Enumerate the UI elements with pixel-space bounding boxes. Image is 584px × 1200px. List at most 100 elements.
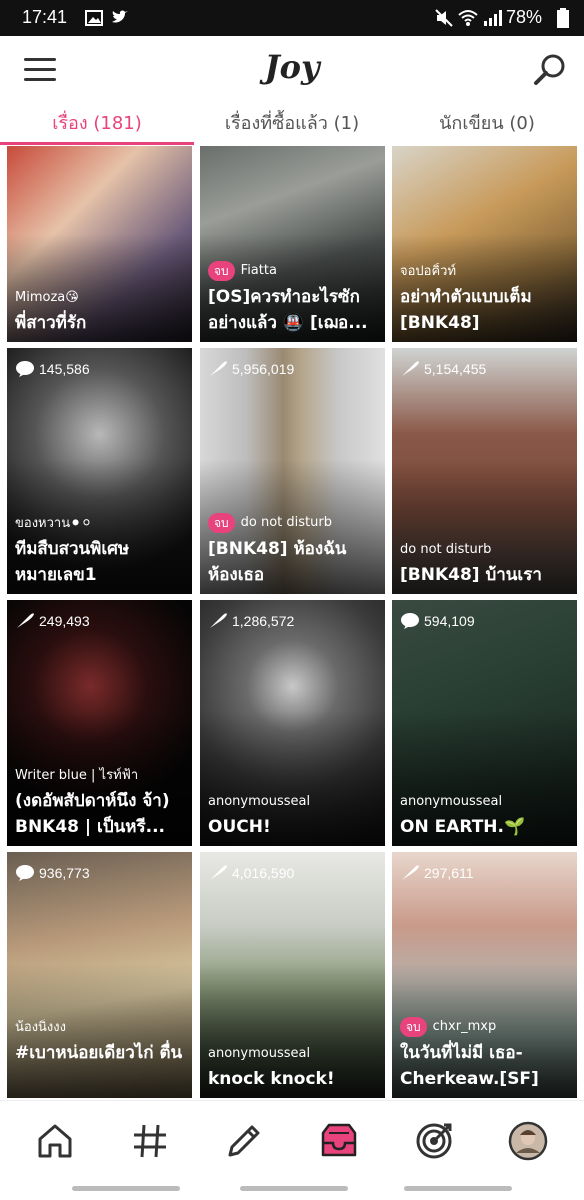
view-count-value: 5,956,019 [232, 361, 295, 377]
tab-purchased[interactable]: เรื่องที่ซื้อแล้ว (1) [194, 104, 390, 146]
home-icon[interactable] [35, 1121, 75, 1161]
story-meta: ของหวาน⚫⚪ ทีมสืบสวนพิเศษ หมายเลข1 [15, 515, 186, 588]
signal-icon [484, 10, 502, 26]
app-logo: Joy [264, 48, 320, 86]
story-card[interactable]: 145,586 ของหวาน⚫⚪ ทีมสืบสวนพิเศษ หมายเลข… [7, 348, 192, 594]
profile-avatar-icon[interactable] [508, 1121, 548, 1161]
view-count-value: 1,286,572 [232, 613, 295, 629]
story-author: anonymousseal [208, 794, 311, 809]
hashtag-icon[interactable] [130, 1121, 170, 1161]
view-count: 4,016,590 [208, 862, 294, 884]
story-card[interactable]: จบ Fiatta [OS]ควรทำอะไรซักอย่างแล้ว 🚇 [เฌ… [200, 146, 385, 342]
story-author: do not disturb [400, 542, 492, 557]
story-author: do not disturb [240, 515, 332, 530]
view-count-value: 5,154,455 [424, 361, 487, 377]
tab-bar: เรื่อง (181) เรื่องที่ซื้อแล้ว (1) นักเข… [0, 104, 584, 146]
story-meta: น้องนิ่งงง #เบาหน่อยเดียวไก่ ตื่น [15, 1019, 186, 1092]
system-gesture-bar [404, 1186, 512, 1191]
story-title: knock knock! [208, 1069, 335, 1089]
joy-badge-icon [16, 865, 34, 881]
view-count: 145,586 [15, 358, 90, 380]
view-count: 5,154,455 [400, 358, 486, 380]
gallery-icon [85, 10, 103, 26]
story-author-row: anonymousseal [208, 793, 379, 811]
tab-writers[interactable]: นักเขียน (0) [390, 104, 584, 146]
story-author: Fiatta [240, 263, 277, 278]
search-icon[interactable] [532, 52, 568, 88]
view-count: 1,286,572 [208, 610, 294, 632]
story-title: OUCH! [208, 817, 271, 837]
story-title: ในวันที่ไม่มี เธอ-Cherkeaw.[SF] [400, 1043, 539, 1089]
story-meta: จบ do not disturb [BNK48] ห้องฉัน ห้องเธอ [208, 513, 379, 588]
finished-badge: จบ [208, 261, 235, 281]
story-title: ON EARTH.🌱 [400, 817, 526, 837]
story-card[interactable]: 297,611 จบ chxr_mxp ในวันที่ไม่มี เธอ-Che… [392, 852, 577, 1098]
quill-icon [210, 613, 227, 628]
story-meta: จบ Fiatta [OS]ควรทำอะไรซักอย่างแล้ว 🚇 [เฌ… [208, 261, 379, 336]
story-card[interactable]: Mimoza😘 พี่สาวที่รัก [7, 146, 192, 342]
story-author: Mimoza😘 [15, 290, 79, 305]
view-count: 297,611 [400, 862, 474, 884]
story-meta: anonymousseal knock knock! [208, 1045, 379, 1092]
active-tab-indicator [0, 142, 194, 145]
system-gesture-bar [240, 1186, 348, 1191]
app-bar: Joy [0, 36, 584, 100]
view-count-value: 936,773 [39, 865, 90, 881]
story-grid: Mimoza😘 พี่สาวที่รัก จบ Fiatta [OS]ควรทำอ… [0, 146, 584, 1098]
view-count-value: 145,586 [39, 361, 90, 377]
story-title: อย่าทำตัวแบบเต็ม [BNK48] [400, 287, 532, 333]
finished-badge: จบ [208, 513, 235, 533]
twitter-icon [112, 10, 128, 23]
view-count: 5,956,019 [208, 358, 294, 380]
status-bar: 17:41 78% [0, 0, 584, 36]
inbox-icon[interactable] [319, 1121, 359, 1161]
story-author-row: น้องนิ่งงง [15, 1019, 186, 1037]
story-author-row: ของหวาน⚫⚪ [15, 515, 186, 533]
story-author: จอปอคิ้วท์ [400, 264, 457, 279]
view-count: 249,493 [15, 610, 90, 632]
story-title: [BNK48] บ้านเรา [400, 565, 542, 585]
view-count-value: 249,493 [39, 613, 90, 629]
story-title: [BNK48] ห้องฉัน ห้องเธอ [208, 539, 347, 585]
story-author-row: Writer blue | ไรท์ฟ้า [15, 767, 186, 785]
story-meta: Mimoza😘 พี่สาวที่รัก [15, 289, 186, 336]
quill-icon [17, 613, 34, 628]
tab-stories[interactable]: เรื่อง (181) [0, 104, 194, 146]
story-title: (งดอัพสัปดาห์นึง จ้า) BNK48 | เป็นหรี... [15, 791, 170, 837]
wifi-icon [458, 10, 478, 26]
story-card[interactable]: 594,109 anonymousseal ON EARTH.🌱 [392, 600, 577, 846]
story-card[interactable]: 936,773 น้องนิ่งงง #เบาหน่อยเดียวไก่ ตื่… [7, 852, 192, 1098]
joy-badge-icon [16, 361, 34, 377]
story-author-row: จบ do not disturb [208, 513, 379, 533]
story-card[interactable]: จอปอคิ้วท์ อย่าทำตัวแบบเต็ม [BNK48] [392, 146, 577, 342]
story-card[interactable]: 4,016,590 anonymousseal knock knock! [200, 852, 385, 1098]
story-card[interactable]: 5,956,019 จบ do not disturb [BNK48] ห้องฉ… [200, 348, 385, 594]
story-meta: do not disturb [BNK48] บ้านเรา [400, 541, 571, 588]
pencil-icon[interactable] [224, 1121, 264, 1161]
story-author: anonymousseal [208, 1046, 311, 1061]
battery-icon [557, 8, 569, 28]
quill-icon [402, 865, 419, 880]
status-time: 17:41 [22, 7, 68, 27]
story-title: [OS]ควรทำอะไรซักอย่างแล้ว 🚇 [เฌอ... [208, 287, 368, 333]
story-title: #เบาหน่อยเดียวไก่ ตื่น [15, 1043, 183, 1063]
battery-percent: 78% [506, 7, 543, 27]
story-author-row: จอปอคิ้วท์ [400, 263, 571, 281]
story-card[interactable]: 249,493 Writer blue | ไรท์ฟ้า (งดอัพสัปด… [7, 600, 192, 846]
story-title: ทีมสืบสวนพิเศษ หมายเลข1 [15, 539, 130, 585]
story-author-row: anonymousseal [400, 793, 571, 811]
joy-badge-icon [401, 613, 419, 629]
story-title: พี่สาวที่รัก [15, 313, 87, 333]
story-card[interactable]: 1,286,572 anonymousseal OUCH! [200, 600, 385, 846]
view-count: 594,109 [400, 610, 475, 632]
story-author: น้องนิ่งงง [15, 1020, 66, 1035]
story-meta: anonymousseal OUCH! [208, 793, 379, 840]
quill-icon [210, 361, 227, 376]
story-meta: จบ chxr_mxp ในวันที่ไม่มี เธอ-Cherkeaw.[S… [400, 1017, 571, 1092]
bottom-nav [0, 1100, 584, 1187]
quill-icon [210, 865, 227, 880]
target-icon[interactable] [414, 1121, 454, 1161]
view-count-value: 4,016,590 [232, 865, 295, 881]
story-author: ของหวาน⚫⚪ [15, 516, 92, 531]
story-card[interactable]: 5,154,455 do not disturb [BNK48] บ้านเรา [392, 348, 577, 594]
